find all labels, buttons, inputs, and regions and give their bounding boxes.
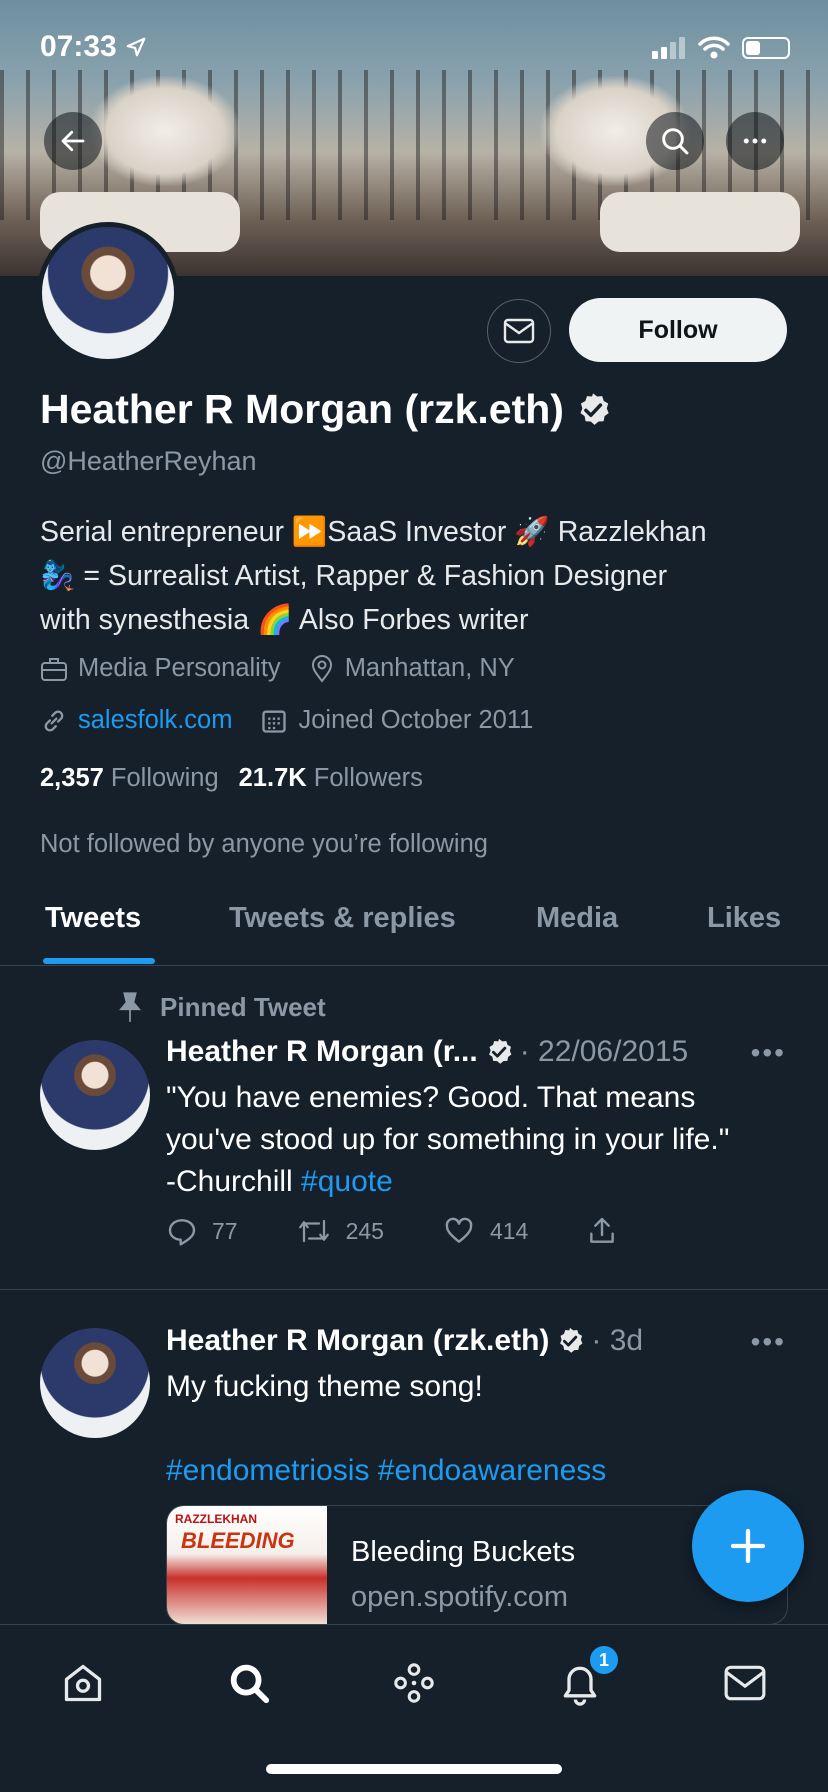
following-count-link[interactable]: 2,357 Following [40, 764, 219, 793]
nav-search[interactable] [219, 1653, 279, 1713]
search-icon [662, 128, 689, 155]
tweet-avatar[interactable] [40, 1040, 150, 1150]
tweet-text: "You have enemies? Good. That means you'… [166, 1081, 730, 1198]
tweet-hashtags[interactable]: #endometriosis #endoawareness [166, 1450, 786, 1492]
nav-home[interactable] [53, 1653, 113, 1713]
tweet-more-button[interactable]: ••• [751, 1037, 786, 1069]
link-icon [44, 709, 64, 732]
tab-tweets[interactable]: Tweets [45, 902, 141, 935]
profile-meta-row-2: salesfolk.com Joined October 2011 [40, 706, 533, 735]
profile-tabs: Tweets Tweets & replies Media Likes [0, 888, 828, 966]
location-arrow-icon [126, 37, 146, 57]
like-button[interactable]: 414 [442, 1215, 528, 1247]
profile-meta-row-1: Media Personality Manhattan, NY [40, 654, 515, 683]
status-time: 07:33 [40, 30, 147, 64]
status-bar: 07:33 [0, 0, 828, 100]
profile-handle: @HeatherReyhan [40, 446, 257, 476]
profile-avatar[interactable] [37, 222, 179, 364]
envelope-icon [503, 318, 535, 344]
home-indicator[interactable] [266, 1764, 562, 1774]
hashtag-link[interactable]: #quote [301, 1165, 393, 1198]
cellular-signal-icon [652, 37, 685, 59]
not-followed-note: Not followed by anyone you’re following [40, 830, 488, 858]
tweet-header: Heather R Morgan (r... · 22/06/2015 [166, 1035, 689, 1068]
reply-icon [168, 1219, 196, 1246]
verified-badge-icon [560, 1327, 583, 1353]
reply-button[interactable]: 77 [166, 1215, 238, 1247]
heart-icon [445, 1217, 473, 1243]
share-icon [590, 1217, 615, 1243]
pin-icon [119, 992, 141, 1022]
tweet-avatar[interactable] [40, 1328, 150, 1438]
nav-spaces[interactable] [384, 1653, 444, 1713]
website-link[interactable]: salesfolk.com [78, 706, 232, 735]
followers-count-link[interactable]: 21.7K Followers [239, 764, 423, 793]
more-options-button[interactable] [726, 112, 784, 170]
compose-tweet-button[interactable] [692, 1490, 804, 1602]
search-icon [230, 1664, 270, 1704]
envelope-icon [724, 1665, 766, 1701]
pinned-label-row: Pinned Tweet [116, 991, 326, 1023]
share-button[interactable] [586, 1215, 618, 1247]
system-icons [652, 36, 790, 60]
message-button[interactable] [487, 299, 551, 363]
tweet-pinned[interactable]: Pinned Tweet Heather R Morgan (r... · 22… [0, 967, 828, 1289]
retweet-button[interactable]: 245 [296, 1216, 384, 1246]
link-preview-text: Bleeding Buckets open.spotify.com [351, 1536, 576, 1613]
retweet-icon [298, 1219, 329, 1243]
verified-badge-icon [488, 1038, 512, 1064]
tweet-more-button[interactable]: ••• [751, 1326, 786, 1358]
spaces-icon [394, 1663, 434, 1703]
arrow-left-icon [61, 130, 85, 152]
calendar-icon [262, 710, 287, 733]
verified-badge-icon [580, 392, 609, 425]
notification-badge: 1 [587, 1643, 621, 1677]
briefcase-icon [41, 657, 67, 681]
tab-media[interactable]: Media [536, 902, 618, 935]
tab-tweets-replies[interactable]: Tweets & replies [229, 902, 456, 935]
nav-messages[interactable] [715, 1653, 775, 1713]
tweet-actions: 77 245 414 [166, 1215, 676, 1247]
profile-name: Heather R Morgan (rzk.eth) [40, 386, 612, 433]
plus-icon [730, 1528, 766, 1564]
more-dots-icon [743, 138, 767, 144]
wifi-icon [698, 36, 730, 59]
profile-bio: Serial entrepreneur ⏩SaaS Investor 🚀 Raz… [40, 516, 707, 636]
active-tab-indicator [43, 958, 155, 964]
home-icon [64, 1664, 102, 1702]
location-pin-icon [311, 654, 332, 683]
tweet-header: Heather R Morgan (rzk.eth) · 3d [166, 1324, 644, 1357]
back-button[interactable] [44, 112, 102, 170]
battery-icon [742, 37, 790, 59]
follow-counts: 2,357 Following 21.7K Followers [40, 764, 423, 793]
tab-likes[interactable]: Likes [707, 902, 781, 935]
banner-sofa-right [600, 192, 800, 252]
search-button[interactable] [646, 112, 704, 170]
tweet-text: My fucking theme song! [166, 1370, 483, 1403]
follow-button[interactable]: Follow [569, 298, 787, 362]
link-preview-image: RAZZLEKHAN BLEEDING [167, 1506, 327, 1624]
